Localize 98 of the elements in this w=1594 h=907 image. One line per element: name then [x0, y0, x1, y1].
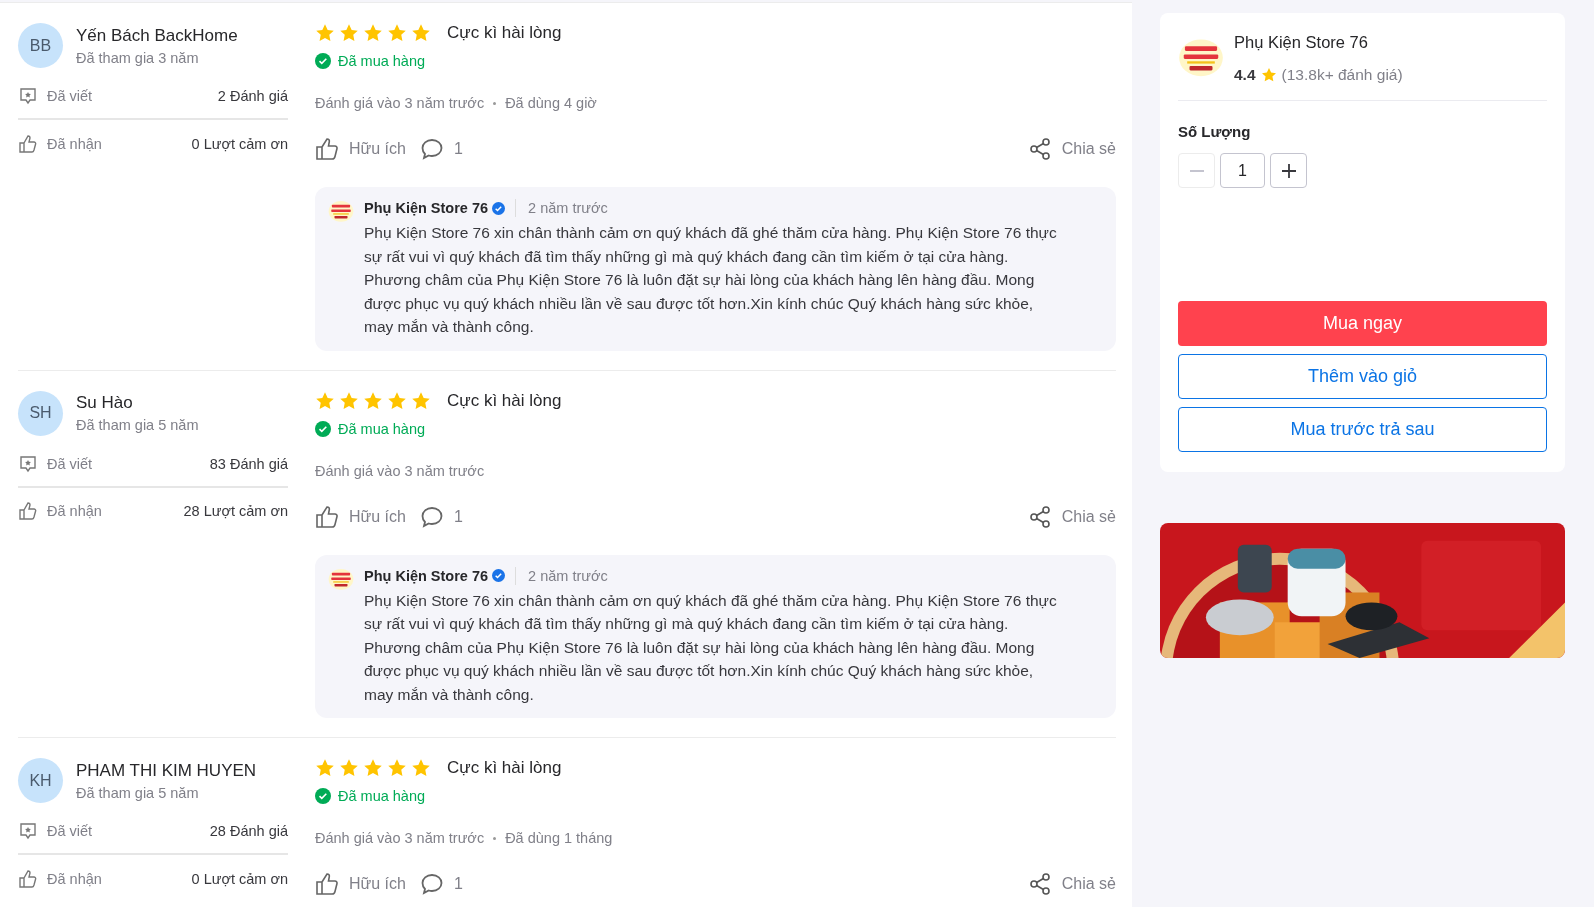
comment-icon: [419, 504, 444, 529]
buy-now-button[interactable]: Mua ngay: [1178, 301, 1547, 346]
star-icon: [363, 23, 383, 43]
quantity-field[interactable]: 1: [1220, 153, 1265, 188]
stat-value: 0 Lượt cảm ơn: [191, 870, 288, 887]
increase-button[interactable]: [1270, 153, 1307, 188]
review-date: Đánh giá vào 3 năm trước: [315, 830, 485, 846]
star-icon: [339, 758, 359, 778]
thumbs-up-icon: [315, 872, 339, 896]
store-logo: [328, 566, 354, 593]
star-icon: [411, 758, 431, 778]
usage-duration: Đã dùng 1 tháng: [505, 830, 613, 846]
seller-name: Phụ Kiện Store 76: [1234, 33, 1369, 52]
minus-icon: [1189, 169, 1204, 172]
stat-label: Đã nhận: [47, 503, 103, 519]
helpful-button[interactable]: Hữu ích: [315, 872, 406, 896]
share-icon: [1027, 504, 1052, 529]
user-avatar: SH: [18, 390, 63, 436]
star-icon: [315, 390, 335, 411]
review-title: Cực kì hài lòng: [447, 390, 562, 411]
star-icon: [315, 758, 335, 778]
star-icon: [411, 23, 431, 43]
star-icon: [387, 23, 407, 43]
seller-rating: 4.4: [1234, 66, 1256, 84]
user-name: Su Hào: [76, 393, 134, 413]
user-avatar: BB: [18, 23, 63, 68]
check-circle-icon: [315, 420, 331, 437]
user-name: PHAM THI KIM HUYEN: [76, 760, 257, 781]
purchased-label: Đã mua hàng: [338, 788, 426, 804]
separator-dot: [493, 101, 497, 105]
thumbs-up-icon: [18, 868, 38, 889]
comment-button[interactable]: 1: [419, 137, 463, 161]
thumbs-up-icon: [315, 137, 339, 161]
check-circle-icon: [315, 788, 331, 804]
stat-label: Đã nhận: [47, 870, 103, 887]
join-date: Đã tham gia 5 năm: [76, 417, 199, 433]
store-logo: [328, 199, 354, 225]
share-button[interactable]: Chia sẻ: [1027, 137, 1116, 161]
share-button[interactable]: Chia sẻ: [1027, 872, 1116, 896]
star-icon: [363, 390, 383, 411]
star-icon: [339, 23, 359, 43]
review-title: Cực kì hài lòng: [447, 758, 562, 778]
reply-time: 2 năm trước: [528, 567, 608, 584]
user-avatar: KH: [18, 758, 63, 803]
review-written-icon: [18, 86, 38, 106]
comment-button[interactable]: 1: [419, 504, 463, 529]
separator-dot: [493, 836, 497, 840]
review-written-icon: [18, 821, 38, 841]
share-icon: [1027, 137, 1052, 161]
thumbs-up-icon: [18, 133, 38, 154]
stat-label: Đã viết: [47, 455, 94, 472]
check-circle-icon: [315, 53, 331, 69]
verified-icon: [492, 201, 506, 215]
plus-icon: [1280, 162, 1297, 179]
thumbs-up-icon: [315, 504, 339, 529]
review-date: Đánh giá vào 3 năm trước: [315, 462, 485, 479]
stat-value: 28 Đánh giá: [209, 823, 288, 839]
reply-time: 2 năm trước: [528, 200, 608, 216]
star-icon: [411, 390, 431, 411]
shop-name: Phụ Kiện Store 76: [364, 200, 489, 216]
comment-icon: [419, 872, 444, 896]
star-icon: [387, 758, 407, 778]
helpful-button[interactable]: Hữu ích: [315, 504, 406, 529]
star-icon: [315, 23, 335, 43]
stat-value: 2 Đánh giá: [217, 88, 288, 104]
star-icon: [1260, 67, 1277, 83]
review-date: Đánh giá vào 3 năm trước: [315, 95, 485, 111]
comment-button[interactable]: 1: [419, 872, 463, 896]
stat-value: 28 Lượt cảm ơn: [183, 503, 288, 519]
comment-icon: [419, 137, 444, 161]
reply-text: Phụ Kiện Store 76 xin chân thành cảm ơn quý khách đã ghé thăm cửa hàng. Phụ Kiện Store 76 thực sự rất vui vì quý khách đã tìm thấy những gì mà quý khách đang cần tìm kiếm ở tại cửa hàng. Phương châm của Phụ Kiện Store 76 là luôn đặt sự hài lòng của khách hàng lên hàng đầu. Mong được phục vụ quý khách nhiều lần về sau được tốt hơn.Xin kính chúc Quý khách hàng sức khỏe, may mắn và thành công.: [364, 590, 1058, 705]
review-title: Cực kì hài lòng: [447, 23, 562, 43]
purchased-label: Đã mua hàng: [338, 53, 426, 69]
usage-duration: Đã dùng 4 giờ: [505, 95, 597, 111]
star-icon: [387, 390, 407, 411]
star-icon: [339, 390, 359, 411]
join-date: Đã tham gia 5 năm: [76, 784, 200, 801]
action-button[interactable]: Thêm vào giỏ: [1178, 354, 1547, 399]
helpful-button[interactable]: Hữu ích: [315, 137, 406, 161]
verified-icon: [492, 569, 506, 582]
shop-name: Phụ Kiện Store 76: [364, 567, 489, 584]
purchased-label: Đã mua hàng: [338, 420, 426, 437]
star-icon: [363, 758, 383, 778]
share-icon: [1027, 872, 1052, 896]
reply-text: Phụ Kiện Store 76 xin chân thành cảm ơn quý khách đã ghé thăm cửa hàng. Phụ Kiện Store 76 thực sự rất vui vì quý khách đã tìm thấy những gì mà quý khách đang cần tìm kiếm ở tại cửa hàng. Phương châm của Phụ Kiện Store 76 là luôn đặt sự hài lòng của khách hàng lên hàng đầu. Mong được phục vụ quý khách nhiều lần về sau được tốt hơn.Xin kính chúc Quý khách hàng sức khỏe, may mắn và thành công.: [364, 223, 1058, 337]
share-button[interactable]: Chia sẻ: [1027, 504, 1116, 529]
user-name: Yến Bách BackHome: [76, 25, 238, 46]
stat-value: 0 Lượt cảm ơn: [191, 135, 288, 152]
stat-value: 83 Đánh giá: [209, 455, 288, 472]
action-button[interactable]: Mua trước trả sau: [1178, 407, 1547, 452]
stat-label: Đã viết: [47, 823, 94, 839]
quantity-label: Số Lượng: [1178, 123, 1252, 140]
join-date: Đã tham gia 3 năm: [76, 49, 200, 66]
stat-label: Đã nhận: [47, 135, 103, 152]
rating-count: (13.8k+ đánh giá): [1281, 66, 1403, 84]
stat-label: Đã viết: [47, 88, 94, 104]
review-written-icon: [18, 453, 38, 474]
thumbs-up-icon: [18, 501, 38, 521]
